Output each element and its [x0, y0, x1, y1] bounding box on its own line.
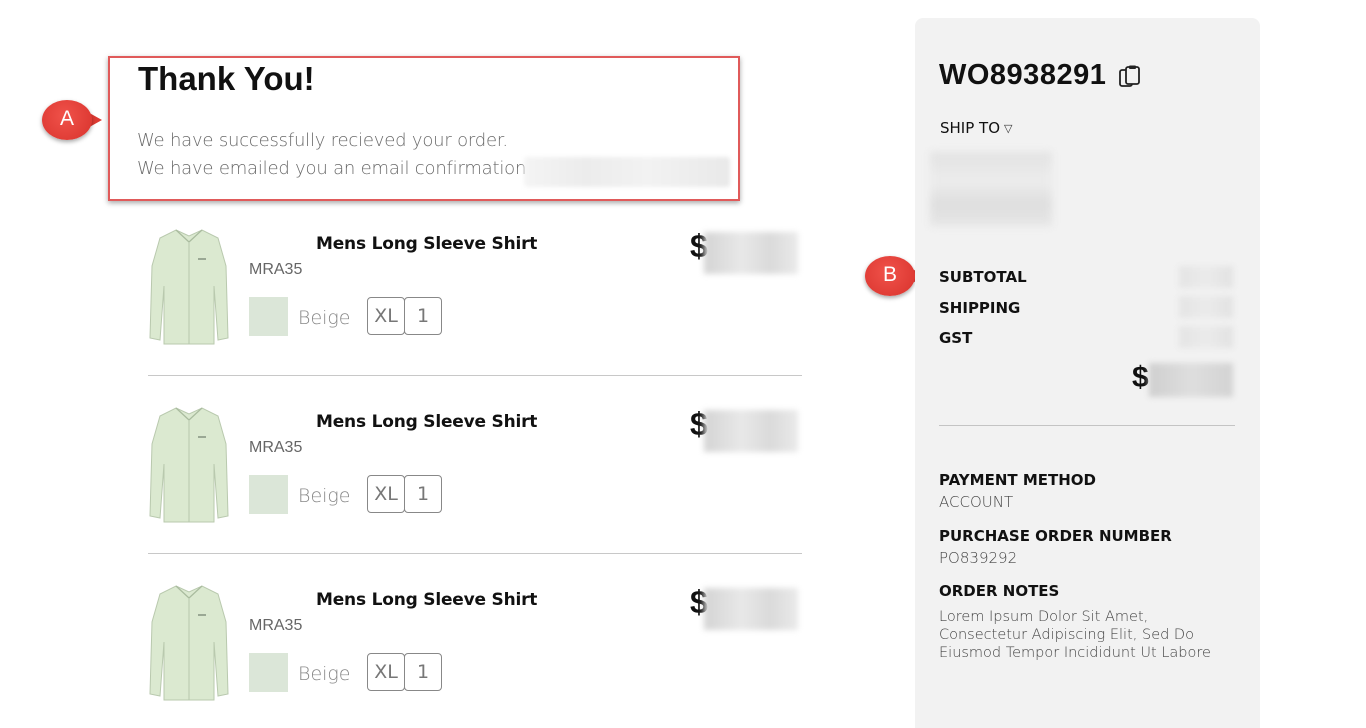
- total-currency: $: [1132, 361, 1149, 394]
- order-item: Mens Long Sleeve Shirt MRA35 Beige XL 1 …: [148, 578, 802, 728]
- redacted-address: [930, 152, 1052, 226]
- redacted-subtotal: [1179, 266, 1233, 288]
- thank-you-title: Thank You!: [138, 60, 315, 97]
- product-name[interactable]: Mens Long Sleeve Shirt: [316, 590, 537, 610]
- callout-b-letter: B: [882, 263, 897, 286]
- size-badge: XL: [367, 475, 405, 513]
- redacted-price: [704, 588, 798, 630]
- product-sku: MRA35: [249, 617, 303, 634]
- product-sku: MRA35: [249, 261, 303, 278]
- callout-a: A: [42, 100, 104, 140]
- color-swatch: [249, 653, 288, 692]
- redacted-shipping: [1179, 296, 1233, 318]
- color-name: Beige: [298, 485, 351, 507]
- color-swatch: [249, 475, 288, 514]
- thank-you-panel: Thank You! We have successfully recieved…: [108, 56, 740, 201]
- item-divider: [148, 375, 802, 376]
- order-summary-panel: WO8938291 SHIP TO ▽ SUBTOTAL SHIPPING GS…: [915, 18, 1260, 728]
- product-name[interactable]: Mens Long Sleeve Shirt: [316, 234, 537, 254]
- redacted-email: [524, 157, 730, 187]
- quantity-badge: 1: [404, 297, 442, 335]
- email-confirmation-message: We have emailed you an email confirmatio…: [137, 158, 550, 179]
- quantity-badge: 1: [404, 475, 442, 513]
- product-sku: MRA35: [249, 439, 303, 456]
- summary-divider: [939, 425, 1235, 426]
- ship-to-toggle[interactable]: SHIP TO: [940, 119, 1000, 137]
- shirt-image: [149, 229, 229, 345]
- order-received-message: We have successfully recieved your order…: [137, 130, 508, 151]
- order-item: Mens Long Sleeve Shirt MRA35 Beige XL 1 …: [148, 222, 802, 372]
- item-divider: [148, 553, 802, 554]
- callout-a-letter: A: [59, 107, 74, 130]
- redacted-total: [1149, 363, 1233, 397]
- color-name: Beige: [298, 307, 351, 329]
- shirt-image: [149, 585, 229, 701]
- order-id: WO8938291: [939, 59, 1107, 91]
- po-number-label: PURCHASE ORDER NUMBER: [939, 527, 1172, 545]
- quantity-badge: 1: [404, 653, 442, 691]
- size-badge: XL: [367, 653, 405, 691]
- shirt-image: [149, 407, 229, 523]
- copy-icon[interactable]: [1117, 64, 1143, 90]
- redacted-price: [704, 410, 798, 452]
- redacted-gst: [1179, 326, 1233, 348]
- shipping-label: SHIPPING: [939, 299, 1021, 317]
- order-item: Mens Long Sleeve Shirt MRA35 Beige XL 1 …: [148, 400, 802, 550]
- po-number-value: PO839292: [939, 549, 1018, 567]
- payment-method-value: ACCOUNT: [939, 493, 1014, 511]
- color-swatch: [249, 297, 288, 336]
- order-notes-value: Lorem Ipsum Dolor Sit Amet, Consectetur …: [939, 609, 1211, 661]
- payment-method-label: PAYMENT METHOD: [939, 471, 1096, 489]
- subtotal-label: SUBTOTAL: [939, 268, 1027, 286]
- product-name[interactable]: Mens Long Sleeve Shirt: [316, 412, 537, 432]
- redacted-price: [704, 232, 798, 274]
- gst-label: GST: [939, 329, 973, 347]
- order-notes-label: ORDER NOTES: [939, 582, 1060, 600]
- size-badge: XL: [367, 297, 405, 335]
- caret-down-icon[interactable]: ▽: [1004, 122, 1012, 135]
- color-name: Beige: [298, 663, 351, 685]
